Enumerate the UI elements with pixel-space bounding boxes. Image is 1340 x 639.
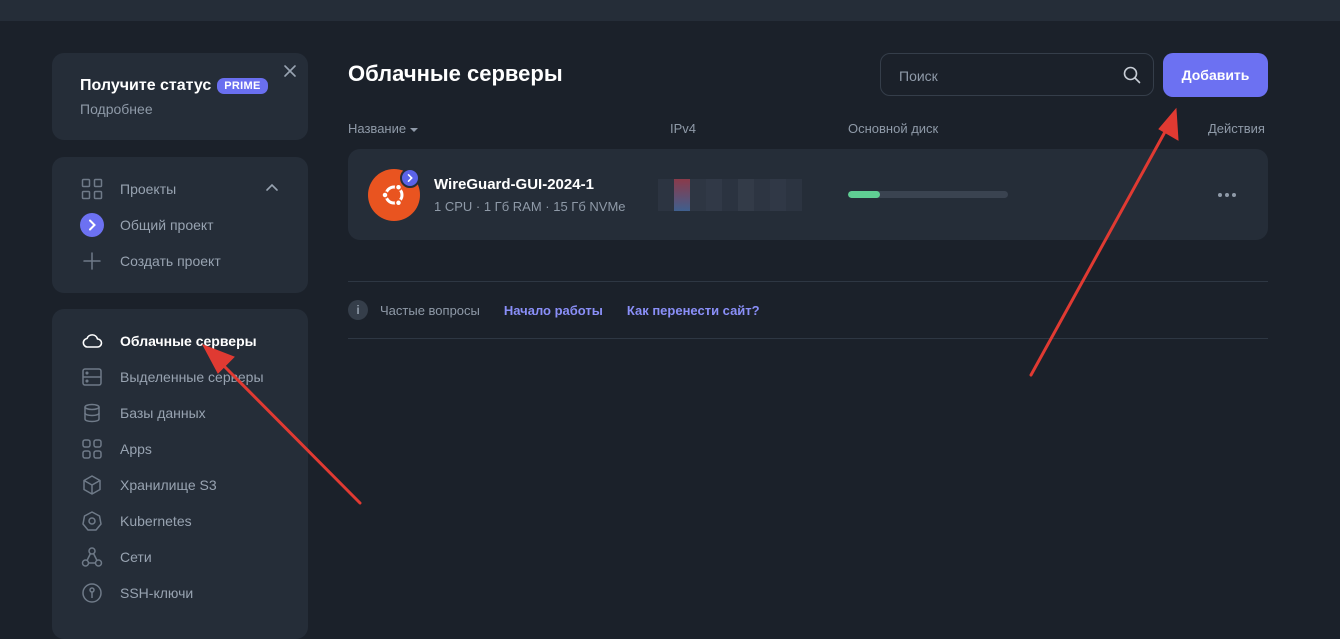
projects-card: Проекты Общий проект Создать проект — [52, 157, 308, 293]
key-icon — [80, 581, 104, 605]
sidebar-item-label: Базы данных — [120, 405, 206, 421]
search-input[interactable] — [897, 65, 1121, 87]
close-icon[interactable] — [282, 63, 298, 79]
sidebar-item-label: Облачные серверы — [120, 333, 257, 349]
sidebar-item-cloud-servers[interactable]: Облачные серверы — [80, 329, 257, 353]
sidebar-item-ssh-keys[interactable]: SSH-ключи — [80, 581, 193, 605]
chevron-up-icon[interactable] — [265, 181, 279, 195]
create-project-button[interactable]: Создать проект — [80, 249, 221, 273]
promo-title-text: Получите статус — [80, 77, 212, 94]
promo-title: Получите статус PRIME — [80, 77, 268, 95]
search-icon[interactable] — [1123, 66, 1141, 84]
projects-header[interactable]: Проекты — [80, 177, 176, 201]
prime-badge: PRIME — [217, 78, 268, 94]
sidebar-item-kubernetes[interactable]: Kubernetes — [80, 509, 192, 533]
sidebar-item-label: Apps — [120, 441, 152, 457]
sidebar-item-label: Kubernetes — [120, 513, 192, 529]
ipv4-redacted — [658, 179, 802, 211]
network-icon — [80, 545, 104, 569]
sidebar-nav: Облачные серверы Выделенные серверы Базы… — [52, 309, 308, 639]
disk-usage-fill — [848, 191, 880, 198]
sidebar-item-label: SSH-ключи — [120, 585, 194, 601]
divider — [348, 281, 1268, 282]
create-project-label: Создать проект — [120, 253, 221, 269]
projects-header-label: Проекты — [120, 181, 177, 197]
chevron-right-icon — [80, 213, 104, 237]
divider — [348, 338, 1268, 339]
plus-icon — [80, 249, 104, 273]
info-icon: i — [348, 300, 368, 320]
sidebar-item-dedicated-servers[interactable]: Выделенные серверы — [80, 365, 264, 389]
page-title: Облачные серверы — [348, 61, 563, 86]
cube-icon — [80, 473, 104, 497]
faq-link-getting-started[interactable]: Начало работы — [504, 303, 603, 318]
faq-bar: i Частые вопросы Начало работы Как перен… — [348, 298, 784, 322]
project-item-label: Общий проект — [120, 217, 214, 233]
sidebar-item-label: Хранилище S3 — [120, 477, 217, 493]
apps-icon — [80, 437, 104, 461]
annotation-arrowhead-add — [1158, 107, 1179, 141]
sidebar-item-networks[interactable]: Сети — [80, 545, 152, 569]
server-icon — [80, 365, 104, 389]
faq-link-migrate-site[interactable]: Как перенести сайт? — [627, 303, 760, 318]
sidebar-item-apps[interactable]: Apps — [80, 437, 152, 461]
chevron-right-icon — [400, 168, 420, 188]
column-header-actions: Действия — [1208, 121, 1265, 136]
project-item-general[interactable]: Общий проект — [80, 213, 214, 237]
sidebar-item-s3-storage[interactable]: Хранилище S3 — [80, 473, 217, 497]
promo-more-link[interactable]: Подробнее — [80, 101, 153, 117]
cloud-icon — [80, 329, 104, 353]
server-specs: 1 CPU · 1 Гб RAM · 15 Гб NVMe — [434, 199, 626, 214]
column-header-ipv4: IPv4 — [670, 121, 697, 136]
faq-label: Частые вопросы — [380, 302, 480, 318]
sidebar-item-label: Сети — [120, 549, 152, 565]
top-bar — [0, 0, 1340, 21]
sort-caret-icon — [410, 127, 419, 132]
grid-icon — [80, 177, 104, 201]
search-box[interactable] — [880, 53, 1154, 96]
more-actions-icon[interactable] — [1218, 193, 1236, 197]
database-icon — [80, 401, 104, 425]
table-row[interactable]: WireGuard-GUI-2024-1 1 CPU · 1 Гб RAM · … — [348, 149, 1268, 240]
add-server-button[interactable]: Добавить — [1163, 53, 1268, 97]
sidebar-item-databases[interactable]: Базы данных — [80, 401, 206, 425]
sidebar-item-label: Выделенные серверы — [120, 369, 264, 385]
server-name[interactable]: WireGuard-GUI-2024-1 — [434, 176, 594, 193]
column-header-name[interactable]: Название — [348, 121, 419, 136]
kubernetes-icon — [80, 509, 104, 533]
disk-usage-bar — [848, 191, 1008, 198]
column-header-disk: Основной диск — [848, 121, 939, 136]
prime-promo-card: Получите статус PRIME Подробнее — [52, 53, 308, 140]
column-header-name-label: Название — [348, 121, 407, 136]
